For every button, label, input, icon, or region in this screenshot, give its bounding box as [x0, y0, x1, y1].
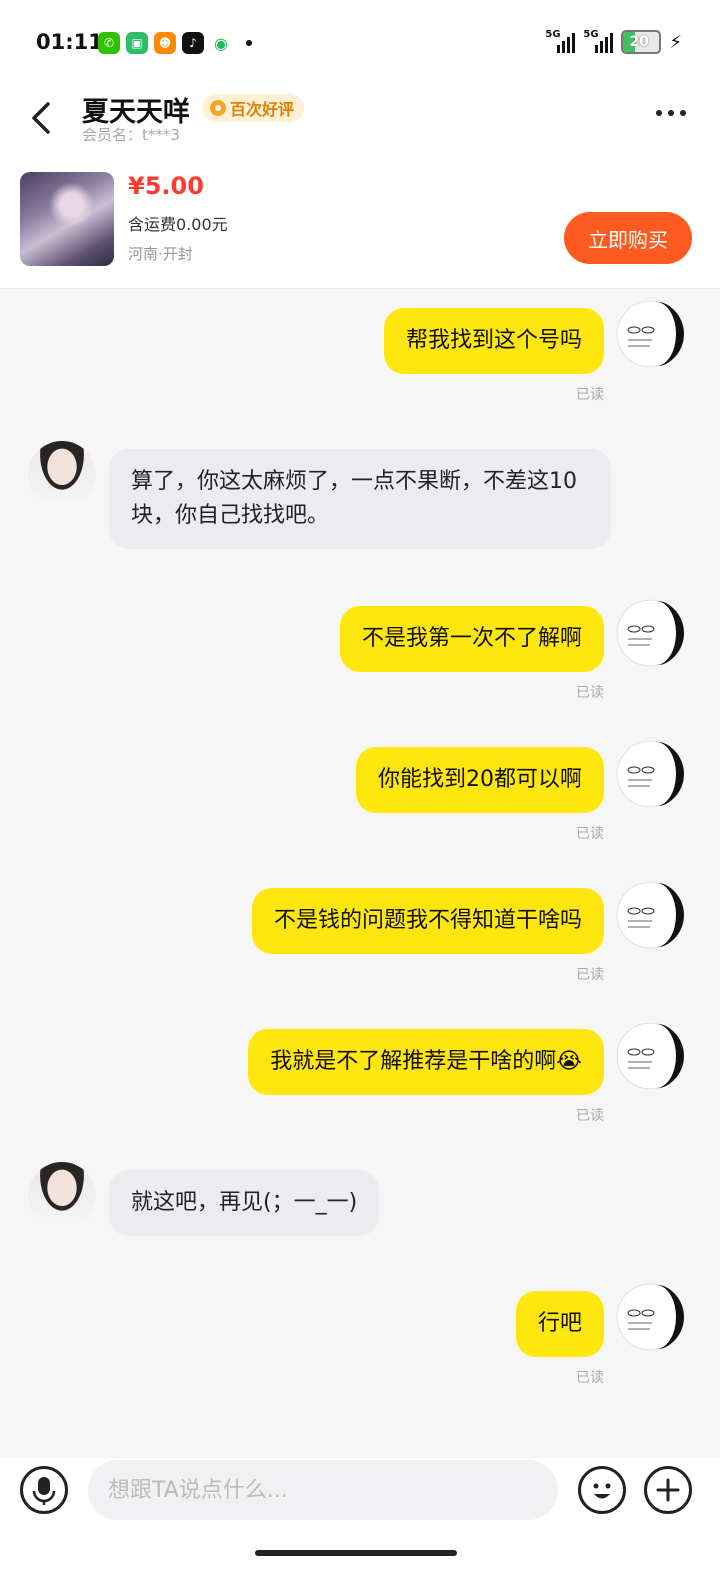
- app-icon: ▣: [126, 32, 148, 54]
- home-indicator[interactable]: [255, 1550, 457, 1556]
- message-bubble-sent[interactable]: 行吧: [515, 1291, 604, 1357]
- signal-icon: 5G: [545, 29, 576, 53]
- my-avatar[interactable]: [616, 599, 684, 667]
- read-status: 已读: [576, 967, 604, 983]
- voice-input-icon[interactable]: [20, 1466, 68, 1514]
- read-status: 已读: [576, 387, 604, 403]
- chat-header: 夏天天咩 百次好评 会员名：t***3: [0, 84, 720, 154]
- message-bubble-sent[interactable]: 帮我找到这个号吗: [383, 308, 604, 374]
- read-status: 已读: [576, 1108, 604, 1124]
- read-status: 已读: [576, 1370, 604, 1386]
- shipping-fee: 含运费0.00元: [128, 215, 228, 234]
- rating-badge: 百次好评: [202, 94, 305, 122]
- input-bar: [0, 1458, 720, 1584]
- notification-icons: ✆ ▣ ☻ ♪ ◉: [98, 32, 252, 54]
- message-bubble-sent[interactable]: 你能找到20都可以啊: [356, 747, 604, 813]
- shop-app-icon: ☻: [154, 32, 176, 54]
- badge-label: 百次好评: [230, 100, 295, 119]
- more-options-icon[interactable]: [656, 110, 686, 116]
- message-bubble-sent[interactable]: 我就是不了解推荐是干啥的啊😭: [248, 1029, 604, 1095]
- my-avatar[interactable]: [616, 300, 684, 368]
- product-price: ¥5.00: [128, 172, 204, 200]
- message-bubble-received[interactable]: 就这吧，再见(；一_一): [109, 1170, 380, 1236]
- chat-list[interactable]: 帮我找到这个号吗 已读 算了，你这太麻烦了，一点不果断，不差这10块，你自己找找…: [0, 288, 720, 1458]
- my-avatar[interactable]: [616, 740, 684, 808]
- message-bubble-received[interactable]: 算了，你这太麻烦了，一点不果断，不差这10块，你自己找找吧。: [109, 449, 611, 549]
- signal-icon: 5G: [583, 29, 614, 53]
- emoji-icon[interactable]: [578, 1466, 626, 1514]
- read-status: 已读: [576, 826, 604, 842]
- message-bubble-sent[interactable]: 不是我第一次不了解啊: [339, 606, 604, 672]
- my-avatar[interactable]: [616, 881, 684, 949]
- charging-icon: ⚡: [669, 31, 682, 53]
- product-thumbnail[interactable]: [20, 172, 114, 266]
- buy-now-button[interactable]: 立即购买: [564, 212, 692, 264]
- badge-icon: [210, 100, 226, 116]
- plus-icon[interactable]: [644, 1466, 692, 1514]
- message-input[interactable]: [88, 1460, 558, 1520]
- seller-avatar[interactable]: [28, 1162, 96, 1230]
- seller-avatar[interactable]: [28, 441, 96, 509]
- spotify-icon: ◉: [210, 32, 232, 54]
- product-location: 河南·开封: [128, 245, 193, 263]
- status-time: 01:11: [36, 30, 103, 54]
- back-arrow-icon[interactable]: [28, 98, 58, 138]
- member-id: 会员名：t***3: [82, 126, 180, 144]
- message-bubble-sent[interactable]: 不是钱的问题我不得知道干啥吗: [251, 888, 604, 954]
- read-status: 已读: [576, 685, 604, 701]
- battery-icon: 20: [621, 30, 662, 54]
- tiktok-icon: ♪: [182, 32, 204, 54]
- wechat-icon: ✆: [98, 32, 120, 54]
- more-notifications-dot: [246, 40, 252, 46]
- status-bar: 01:11 ✆ ▣ ☻ ♪ ◉ 5G 5G 20 ⚡: [0, 0, 720, 84]
- my-avatar[interactable]: [616, 1283, 684, 1351]
- my-avatar[interactable]: [616, 1022, 684, 1090]
- product-card[interactable]: ¥5.00 含运费0.00元 河南·开封 立即购买: [0, 154, 720, 289]
